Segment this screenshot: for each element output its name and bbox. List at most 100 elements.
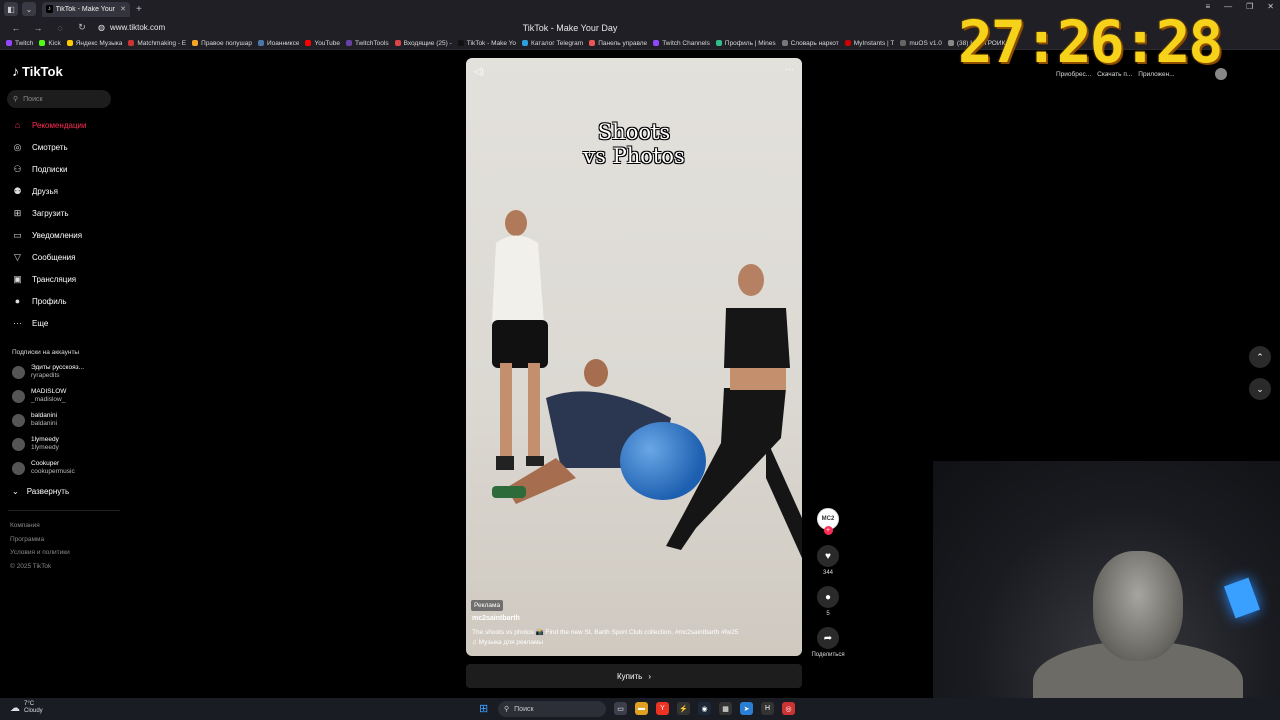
followed-account[interactable]: baldanini baldanini — [12, 412, 57, 428]
bookmark-label: TwitchTools — [355, 39, 389, 47]
webcam-person-head — [1093, 551, 1183, 661]
sidebar-item[interactable]: ▽ Сообщения — [0, 246, 125, 268]
followed-account[interactable]: MADISLOW _madislow_ — [12, 388, 66, 404]
bookmark-item[interactable]: Яндекс Музыка — [66, 39, 123, 47]
next-video-button[interactable]: ⌄ — [1249, 378, 1271, 400]
bookmark-item[interactable]: Иоанниксе — [257, 40, 299, 47]
bookmark-favicon-icon — [128, 40, 135, 46]
bookmark-label: TikTok - Make Yo — [466, 39, 517, 47]
task-view-icon[interactable]: ▭ — [614, 702, 627, 715]
bookmark-item[interactable]: Правое полушар — [192, 40, 252, 47]
bookmark-favicon-icon — [653, 40, 660, 46]
video-music[interactable]: ♫ Музыка для рекламы — [472, 639, 543, 646]
minimize-icon[interactable]: — — [1224, 2, 1232, 11]
follow-plus-icon[interactable]: + — [823, 526, 833, 535]
search-input[interactable]: ⚲ Поиск — [7, 90, 111, 108]
like-heart-icon[interactable]: ♥ — [817, 545, 839, 567]
sidebar-item[interactable]: ⚉ Друзья — [0, 180, 125, 202]
steam-icon[interactable]: ◉ — [698, 702, 711, 715]
comment-icon[interactable]: ● — [817, 586, 839, 608]
upload-icon: ⊞ — [13, 207, 22, 218]
sidebar-item[interactable]: ● Профиль — [0, 290, 125, 312]
bookmark-favicon-icon — [844, 40, 851, 46]
footer-link[interactable]: Условия и политики — [10, 546, 70, 560]
bookmark-item[interactable]: TwitchTools — [346, 40, 389, 47]
file-explorer-icon[interactable]: ▬ — [635, 702, 648, 715]
bookmark-item[interactable]: Twitch — [6, 40, 33, 47]
avatar — [12, 461, 25, 475]
app-icon[interactable]: ◎ — [782, 702, 795, 715]
weather-temp: 7°C — [24, 701, 35, 707]
tiktok-note-icon: ♪ — [12, 63, 19, 79]
taskbar-search-label: Поиск — [514, 705, 534, 713]
followed-account[interactable]: 1lymeedy 1lymeedy — [12, 436, 59, 452]
app-icon[interactable]: ▦ — [719, 702, 732, 715]
bookmark-favicon-icon — [589, 40, 596, 46]
video-author[interactable]: mc2saintbarth — [472, 615, 520, 622]
account-name: 1lymeedy — [31, 436, 59, 443]
telegram-icon[interactable]: ➤ — [740, 702, 753, 715]
more-icon: ··· — [13, 318, 22, 328]
app-icon[interactable]: H — [761, 702, 774, 715]
video-description: The shoots vs photos 📸 Find the new St. … — [472, 629, 739, 636]
bookmark-item[interactable]: YouTube — [305, 40, 340, 47]
footer-link[interactable]: Программа — [10, 533, 70, 547]
footer-links: Компания Программа Условия и политики © … — [10, 519, 70, 573]
bookmark-favicon-icon — [257, 40, 264, 46]
bookmark-item[interactable]: Панель управле — [589, 40, 647, 47]
tiktok-logo[interactable]: ♪ TikTok — [12, 63, 63, 79]
bookmark-item[interactable]: Matchmaking - E — [128, 40, 186, 47]
sidebar-item[interactable]: ··· Еще — [0, 312, 125, 334]
sidebar-item[interactable]: ⚇ Подписки — [0, 158, 125, 180]
bookmark-favicon-icon — [781, 40, 788, 46]
tab-list-icon[interactable]: ⌄ — [22, 2, 36, 16]
sidebar-item[interactable]: ◎ Смотреть — [0, 136, 125, 158]
close-tab-icon[interactable]: ✕ — [120, 5, 126, 13]
bookmark-favicon-icon — [305, 40, 312, 46]
previous-video-button[interactable]: ⌃ — [1249, 346, 1271, 368]
avatar — [12, 365, 25, 379]
sidebar-item-label: Еще — [32, 318, 49, 328]
close-window-icon[interactable]: ✕ — [1267, 2, 1274, 11]
followed-account[interactable]: Эдиты русскояз... ryrapedits — [12, 364, 84, 380]
share-icon[interactable]: ➦ — [817, 627, 839, 649]
bookmark-item[interactable]: muOS v1.0 — [900, 40, 942, 47]
browser-menu-icon[interactable]: ◧ — [4, 2, 18, 16]
bookmark-favicon-icon — [39, 40, 46, 46]
weather-widget[interactable]: ☁ 7°C Cloudy — [10, 701, 43, 715]
bookmark-item[interactable]: Каталог Telegram — [522, 40, 583, 47]
followed-account[interactable]: Cookuper cookupermusic — [12, 460, 75, 476]
sidebar-item[interactable]: ⊞ Загрузить — [0, 202, 125, 224]
new-tab-icon[interactable]: + — [136, 4, 142, 15]
bookmark-item[interactable]: MyInstants | T — [844, 40, 894, 47]
bookmark-item[interactable]: Kick — [39, 40, 61, 47]
video-player[interactable]: ◁) ··· Shoots vs Photos Реклама mc2saint… — [466, 58, 802, 656]
following-title: Подписки на аккаунты — [12, 349, 80, 356]
browser-tab[interactable]: ♪ TikTok - Make Your Day ✕ — [42, 1, 130, 17]
sidebar-item[interactable]: ▭ Уведомления — [0, 224, 125, 246]
bookmark-label: YouTube — [314, 39, 340, 47]
windows-start-icon[interactable]: ⊞ — [479, 702, 488, 715]
bookmark-item[interactable]: Словарь наркот — [781, 40, 839, 47]
bookmark-item[interactable]: Профиль | Mines — [715, 40, 776, 47]
footer-link[interactable]: Компания — [10, 519, 70, 533]
ad-badge: Реклама — [471, 600, 504, 611]
taskbar: ☁ 7°C Cloudy ⊞ ⚲ Поиск ▭ ▬ Y ⚡ ◉ ▦ ➤ H ◎ — [0, 698, 1280, 720]
bookmark-item[interactable]: Twitch Channels — [653, 40, 710, 47]
buy-button[interactable]: Купить › — [466, 664, 802, 688]
restore-icon[interactable]: ❐ — [1246, 2, 1253, 11]
bookmark-label: Панель управле — [598, 39, 648, 47]
sidebar-item[interactable]: ▣ Трансляция — [0, 268, 125, 290]
search-placeholder: Поиск — [23, 95, 43, 103]
bookmark-item[interactable]: Входящие (25) - — [394, 40, 452, 47]
search-icon: ⚲ — [13, 96, 19, 103]
yandex-browser-icon[interactable]: Y — [656, 702, 669, 715]
sidebar-item[interactable]: ⌂ Рекомендации — [0, 114, 125, 136]
bookmark-item[interactable]: TikTok - Make Yo — [457, 39, 517, 47]
account-handle: 1lymeedy — [31, 444, 59, 451]
bookmark-favicon-icon — [394, 40, 401, 46]
app-icon[interactable]: ⚡ — [677, 702, 690, 715]
expand-button[interactable]: ⌄ Развернуть — [12, 487, 69, 496]
taskbar-search[interactable]: ⚲ Поиск — [498, 701, 606, 717]
bookmark-label: Яндекс Музыка — [75, 39, 123, 47]
